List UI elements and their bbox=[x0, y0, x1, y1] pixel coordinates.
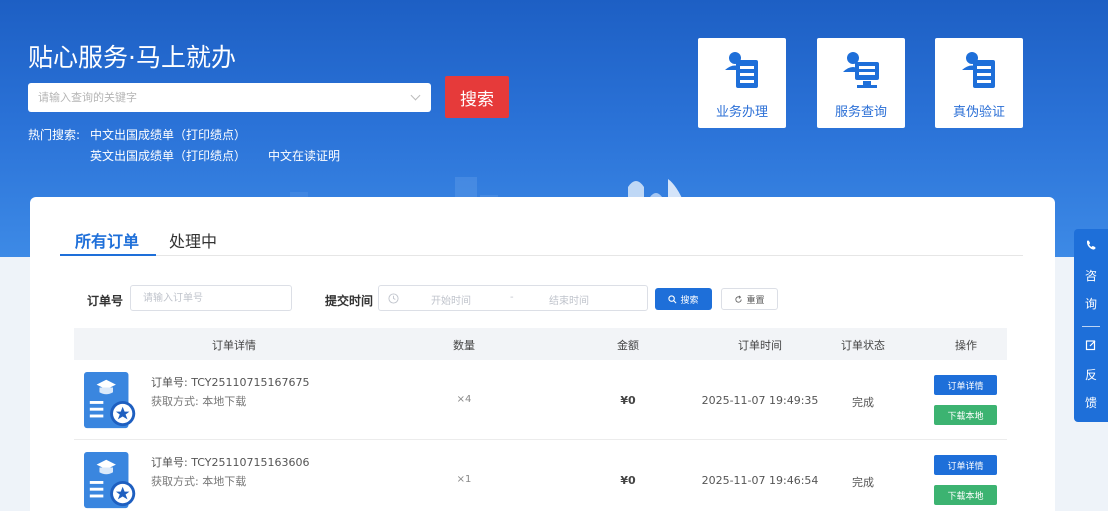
feedback-label-char[interactable]: 馈 bbox=[1074, 394, 1108, 411]
tab-divider bbox=[60, 255, 1023, 256]
column-header: 操作 bbox=[955, 339, 977, 352]
delivery-method: 获取方式: 本地下载 bbox=[151, 475, 247, 488]
table-row: 订单号: TCY25110715163606 获取方式: 本地下载 ×1 ¥0 … bbox=[74, 440, 1007, 511]
hot-search-item[interactable]: 中文出国成绩单（打印绩点） bbox=[90, 126, 246, 143]
person-monitor-icon bbox=[843, 52, 879, 88]
order-amount: ¥0 bbox=[620, 474, 636, 487]
table-row: 订单号: TCY25110715167675 获取方式: 本地下载 ×4 ¥0 … bbox=[74, 360, 1007, 440]
orders-panel: 所有订单 处理中 订单号 提交时间 开始时间 - 结束时间 搜索 重置 订单详情… bbox=[30, 197, 1055, 511]
hero-title: 贴心服务·马上就办 bbox=[28, 43, 236, 72]
order-number: 订单号: TCY25110715167675 bbox=[151, 376, 310, 389]
clipboard-person-icon bbox=[725, 52, 758, 88]
quick-link-business[interactable]: 业务办理 bbox=[698, 38, 786, 128]
column-header: 订单状态 bbox=[841, 339, 885, 352]
hot-search-label: 热门搜索: bbox=[28, 128, 81, 142]
order-number-field[interactable] bbox=[130, 285, 292, 311]
delivery-method: 获取方式: 本地下载 bbox=[151, 395, 247, 408]
hot-search-item[interactable]: 中文在读证明 bbox=[268, 147, 340, 164]
order-time: 2025-11-07 19:46:54 bbox=[701, 474, 819, 487]
column-header: 订单时间 bbox=[738, 339, 782, 352]
clipboard-verify-icon bbox=[962, 52, 995, 88]
order-detail-button[interactable]: 订单详情 bbox=[934, 375, 997, 395]
filter-reset-label: 重置 bbox=[746, 295, 765, 306]
active-tab-indicator bbox=[60, 254, 156, 256]
feedback-label-char[interactable]: 反 bbox=[1074, 366, 1108, 383]
certificate-document-icon bbox=[84, 372, 136, 429]
end-date-input[interactable]: 结束时间 bbox=[549, 292, 589, 307]
sidebar-divider bbox=[1082, 326, 1100, 327]
order-time: 2025-11-07 19:49:35 bbox=[701, 394, 819, 407]
quick-link-label: 真伪验证 bbox=[952, 105, 1005, 120]
refresh-icon bbox=[735, 295, 743, 303]
download-local-button[interactable]: 下载本地 bbox=[934, 405, 997, 425]
column-header: 金额 bbox=[617, 339, 639, 352]
quick-link-verify[interactable]: 真伪验证 bbox=[935, 38, 1023, 128]
column-header: 订单详情 bbox=[212, 339, 256, 352]
tab-processing[interactable]: 处理中 bbox=[169, 228, 217, 252]
order-status: 完成 bbox=[852, 476, 874, 489]
phone-icon[interactable] bbox=[1085, 239, 1097, 251]
order-amount: ¥0 bbox=[620, 394, 636, 407]
start-date-input[interactable]: 开始时间 bbox=[431, 292, 471, 307]
quick-link-query[interactable]: 服务查询 bbox=[817, 38, 905, 128]
order-quantity: ×1 bbox=[456, 474, 472, 485]
filter-search-label: 搜索 bbox=[680, 295, 699, 306]
edit-icon[interactable] bbox=[1085, 339, 1097, 351]
order-number-label: 订单号 bbox=[87, 294, 124, 308]
order-quantity: ×4 bbox=[456, 394, 472, 405]
search-icon bbox=[668, 294, 677, 303]
order-status: 完成 bbox=[852, 396, 874, 409]
hero-search-button[interactable]: 搜索 bbox=[445, 76, 509, 118]
certificate-document-icon bbox=[84, 452, 136, 509]
order-number: 订单号: TCY25110715163606 bbox=[151, 456, 310, 469]
keyword-search-input[interactable] bbox=[28, 83, 431, 112]
hot-search-item[interactable]: 英文出国成绩单（打印绩点） bbox=[90, 147, 246, 164]
order-number-input[interactable] bbox=[131, 286, 291, 311]
submit-time-label: 提交时间 bbox=[325, 294, 374, 308]
floating-sidebar: 咨 询 反 馈 bbox=[1074, 229, 1108, 422]
column-header: 数量 bbox=[453, 339, 475, 352]
order-detail-button[interactable]: 订单详情 bbox=[934, 455, 997, 475]
date-range-picker[interactable]: 开始时间 - 结束时间 bbox=[378, 285, 648, 311]
orders-table-header: 订单详情 数量 金额 订单时间 订单状态 操作 bbox=[74, 328, 1007, 360]
consult-label-char[interactable]: 询 bbox=[1074, 295, 1108, 312]
consult-label-char[interactable]: 咨 bbox=[1074, 267, 1108, 284]
date-range-separator: - bbox=[510, 292, 514, 303]
clock-icon bbox=[388, 293, 399, 304]
quick-link-label: 服务查询 bbox=[834, 105, 887, 120]
tab-all-orders[interactable]: 所有订单 bbox=[75, 228, 139, 252]
filter-reset-button[interactable]: 重置 bbox=[721, 288, 778, 310]
quick-link-label: 业务办理 bbox=[715, 105, 768, 120]
keyword-search-box[interactable] bbox=[28, 83, 431, 112]
download-local-button[interactable]: 下载本地 bbox=[934, 485, 997, 505]
filter-search-button[interactable]: 搜索 bbox=[655, 288, 712, 310]
